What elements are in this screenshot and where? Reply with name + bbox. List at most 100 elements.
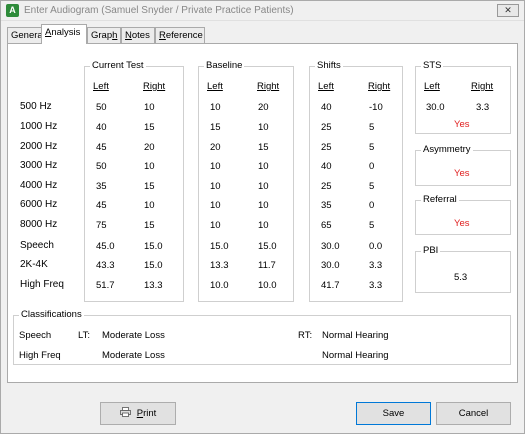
shifts-left-header: Left	[318, 81, 334, 92]
baseline-left-value: 15.0	[210, 241, 229, 252]
baseline-right-value: 10.0	[258, 280, 277, 291]
shifts-left-value: 41.7	[321, 280, 340, 291]
shifts-left-value: 40	[321, 102, 332, 113]
baseline-left-value: 10	[210, 220, 221, 231]
pbi-value: 5.3	[454, 272, 468, 283]
print-label: rint	[143, 408, 157, 419]
shifts-right-value: 5	[369, 181, 375, 192]
class-highfreq-right: Normal Hearing	[322, 350, 389, 361]
baseline-left-value: 10	[210, 200, 221, 211]
referral-result: Yes	[454, 218, 470, 229]
baseline-right-value: 10	[258, 122, 269, 133]
close-button[interactable]: ✕	[497, 4, 519, 17]
row-label: 3000 Hz	[20, 160, 58, 171]
row-label: 8000 Hz	[20, 219, 58, 230]
printer-icon	[119, 404, 131, 417]
classifications-group: Classifications Speech LT: Moderate Loss…	[13, 309, 511, 365]
baseline-left-value: 10.0	[210, 280, 229, 291]
sts-result: Yes	[454, 119, 470, 130]
shifts-title: Shifts	[315, 60, 343, 71]
tab-graph[interactable]: Graph	[87, 27, 121, 43]
shifts-left-value: 25	[321, 142, 332, 153]
row-label: 6000 Hz	[20, 199, 58, 210]
current-test-left-value: 45.0	[96, 241, 115, 252]
baseline-right-value: 10	[258, 161, 269, 172]
app-icon: A	[6, 4, 19, 17]
cancel-button[interactable]: Cancel	[436, 402, 511, 425]
row-label: Speech	[20, 240, 54, 251]
row-label: 2000 Hz	[20, 141, 58, 152]
current-test-left-value: 40	[96, 122, 107, 133]
asymmetry-group: Asymmetry Yes	[415, 144, 511, 186]
baseline-right-value: 11.7	[258, 260, 276, 271]
baseline-left-value: 20	[210, 142, 221, 153]
window-title: Enter Audiogram (Samuel Snyder / Private…	[24, 5, 294, 16]
baseline-left-value: 15	[210, 122, 221, 133]
current-test-left-value: 35	[96, 181, 107, 192]
tab-analysis[interactable]: Analysis	[41, 24, 87, 44]
shifts-left-value: 40	[321, 161, 332, 172]
shifts-left-value: 25	[321, 181, 332, 192]
title-bar: A Enter Audiogram (Samuel Snyder / Priva…	[1, 1, 524, 21]
pbi-title: PBI	[421, 245, 441, 256]
sts-left-header: Left	[424, 81, 440, 92]
tab-general-label: General	[11, 30, 45, 41]
shifts-left-value: 30.0	[321, 260, 340, 271]
current-test-right-value: 15.0	[144, 260, 163, 271]
baseline-left-value: 10	[210, 102, 221, 113]
tab-notes[interactable]: Notes	[121, 27, 155, 43]
current-test-right-value: 10	[144, 161, 155, 172]
audiogram-window: A Enter Audiogram (Samuel Snyder / Priva…	[0, 0, 525, 434]
tab-graph-label: Grap	[91, 30, 113, 41]
baseline-right-value: 10	[258, 200, 269, 211]
sts-left-value: 30.0	[426, 102, 445, 113]
shifts-right-value: 3.3	[369, 260, 383, 271]
shifts-right-value: 5	[369, 220, 375, 231]
tab-analysis-label: nalysis	[51, 27, 81, 38]
baseline-right-value: 10	[258, 220, 269, 231]
sts-right-header: Right	[471, 81, 494, 92]
current-test-right-header: Right	[143, 81, 166, 92]
shifts-group: Shifts Left Right 40 25 25 40 25 35 65 30.0 30.0…	[309, 60, 403, 302]
sts-right-value: 3.3	[476, 102, 490, 113]
pbi-group: PBI 5.3	[415, 245, 511, 293]
row-label: High Freq	[20, 279, 64, 290]
shifts-left-value: 25	[321, 122, 332, 133]
shifts-left-value: 30.0	[321, 241, 340, 252]
asymmetry-title: Asymmetry	[421, 144, 473, 155]
baseline-right-value: 20	[258, 102, 269, 113]
current-test-right-value: 15	[144, 220, 155, 231]
baseline-title: Baseline	[204, 60, 245, 71]
referral-group: Referral Yes	[415, 194, 511, 235]
shifts-right-value: 0.0	[369, 241, 383, 252]
referral-title: Referral	[421, 194, 459, 205]
baseline-left-value: 10	[210, 181, 221, 192]
class-lt-label: LT:	[78, 330, 90, 341]
class-highfreq-left: Moderate Loss	[102, 350, 165, 361]
save-button[interactable]: Save	[356, 402, 431, 425]
analysis-page: 500 Hz 1000 Hz 2000 Hz 3000 Hz 4000 Hz 6000 H…	[7, 43, 518, 383]
shifts-right-value: 0	[369, 161, 375, 172]
current-test-right-value: 10	[144, 200, 155, 211]
tab-reference-accel: R	[159, 30, 166, 41]
classifications-title: Classifications	[19, 309, 84, 320]
shifts-right-value: 3.3	[369, 280, 383, 291]
current-test-title: Current Test	[90, 60, 146, 71]
current-test-right-value: 15.0	[144, 241, 163, 252]
print-button[interactable]: Print	[100, 402, 176, 425]
current-test-left-value: 51.7	[96, 280, 115, 291]
row-label: 1000 Hz	[20, 121, 58, 132]
sts-group: STS Left Right 30.0 3.3 Yes	[415, 60, 511, 134]
current-test-right-value: 15	[144, 181, 155, 192]
current-test-left-value: 50	[96, 102, 107, 113]
current-test-right-value: 10	[144, 102, 155, 113]
shifts-left-value: 35	[321, 200, 332, 211]
current-test-group: Current Test Left Right 50 40 45 50 35 45 75 45…	[84, 60, 184, 302]
current-test-right-value: 13.3	[144, 280, 163, 291]
current-test-right-value: 20	[144, 142, 155, 153]
current-test-left-value: 45	[96, 200, 107, 211]
baseline-right-value: 10	[258, 181, 269, 192]
current-test-left-value: 43.3	[96, 260, 115, 271]
class-speech-label: Speech	[19, 330, 52, 341]
tab-reference[interactable]: Reference	[155, 27, 205, 43]
